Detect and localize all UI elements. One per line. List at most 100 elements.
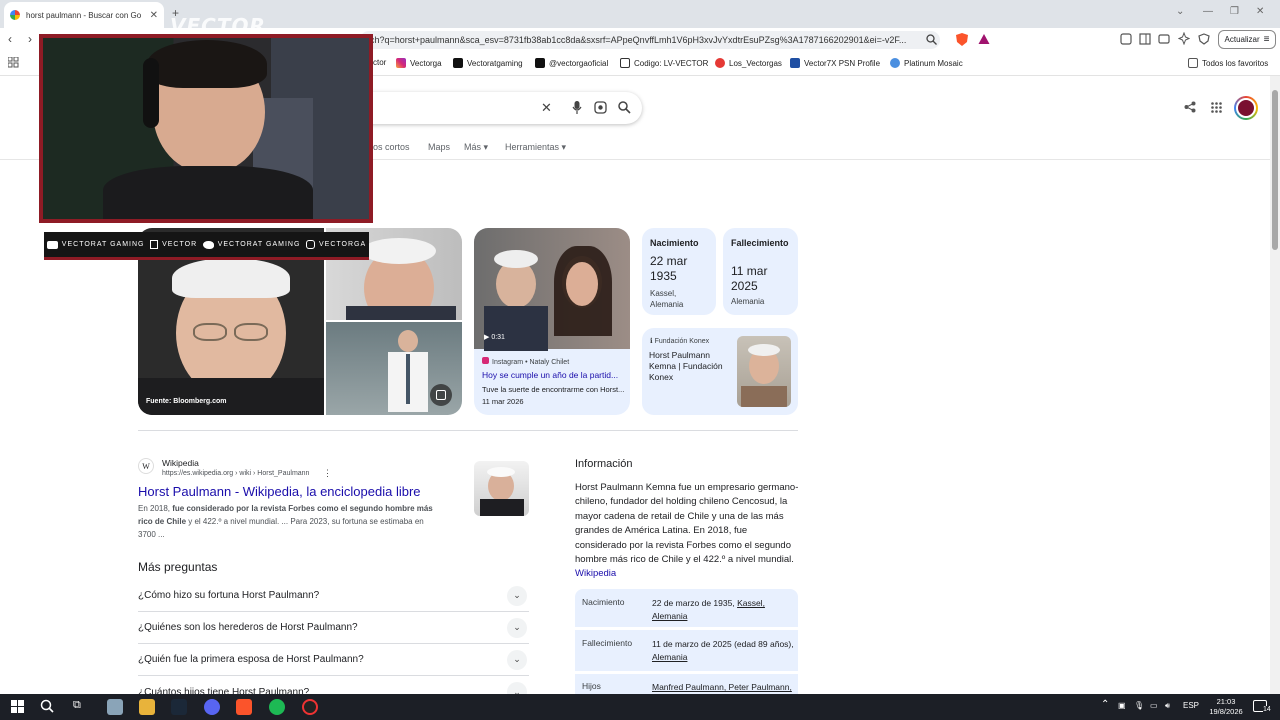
info-value: 11 de marzo de 2025 (edad 89 años), Alema… [652, 639, 794, 662]
taskbar-search-icon[interactable] [40, 699, 54, 713]
tab-more[interactable]: Más ▾ [464, 142, 488, 153]
alemania-link[interactable]: Alemania [652, 652, 687, 662]
minimize-icon[interactable]: — [1203, 6, 1213, 17]
bookmark-instagram[interactable]: Vectorga [396, 58, 442, 68]
video-source: Instagram • Nataly Chilet [482, 357, 569, 366]
platinum-icon [890, 58, 900, 68]
sidebar-icon[interactable] [1139, 33, 1151, 45]
bookmark-platinum[interactable]: Platinum Mosaic [890, 58, 963, 68]
brave-browser-icon[interactable] [236, 699, 252, 715]
birth-card[interactable]: Nacimiento 22 mar 1935 Kassel, Alemania [642, 228, 716, 315]
steam-icon[interactable] [171, 699, 187, 715]
clear-search-icon[interactable]: ✕ [541, 100, 552, 116]
result-thumbnail[interactable] [474, 461, 529, 516]
more-images-icon[interactable] [430, 384, 452, 406]
spotify-icon[interactable] [269, 699, 285, 715]
info-key: Fallecimiento [582, 638, 633, 648]
address-bar[interactable]: ch?q=horst+paulmann&sca_esv=8731fb38ab1c… [360, 31, 940, 49]
tab-tools[interactable]: Herramientas ▾ [505, 142, 566, 153]
result-url[interactable]: https://es.wikipedia.org › wiki › Horst_… [162, 470, 309, 477]
apps-grid-icon[interactable] [8, 57, 19, 68]
result-title[interactable]: Horst Paulmann - Wikipedia, la enciclope… [138, 484, 421, 499]
konex-card[interactable]: ℹ Fundación Konex Horst Paulmann Kemna |… [642, 328, 798, 415]
bookmark-x[interactable]: Vectoratgaming [453, 58, 523, 68]
question-2[interactable]: ¿Quiénes son los herederos de Horst Paul… [138, 612, 529, 644]
windows-start-icon[interactable] [11, 700, 24, 713]
x-logo-icon [453, 58, 463, 68]
bookmark-tiktok[interactable]: @vectorgaoficial [535, 58, 608, 68]
vpn-icon[interactable] [1198, 33, 1210, 45]
children-links[interactable]: Manfred Paulmann, Peter Paulmann, [652, 682, 792, 692]
tab-maps[interactable]: Maps [428, 142, 450, 152]
bookmark-codigo[interactable]: Codigo: LV-VECTOR [620, 58, 708, 68]
discord-icon[interactable] [204, 699, 220, 715]
avatar[interactable] [1234, 96, 1258, 120]
folder-icon [1188, 58, 1198, 68]
death-card[interactable]: Fallecimiento 11 mar 2025 Alemania [723, 228, 798, 315]
share-icon[interactable] [1184, 101, 1196, 113]
video-date: 11 mar 2026 [482, 397, 524, 406]
video-thumbnail: ▶ 0:31 [474, 228, 630, 351]
overlay-brand: VECTOR [170, 14, 266, 38]
birth-place-country: Alemania [650, 300, 684, 309]
question-3[interactable]: ¿Quién fue la primera esposa de Horst Pa… [138, 644, 529, 676]
tab-short-videos[interactable]: eos cortos [368, 142, 410, 152]
brave-shields-icon[interactable] [956, 33, 968, 46]
result-site[interactable]: Wikipedia [162, 458, 199, 468]
search-icon[interactable] [618, 101, 631, 114]
tab-search-icon[interactable]: ⌄ [1176, 6, 1184, 17]
extensions-icon[interactable] [1120, 33, 1132, 45]
tray-app-icon[interactable]: ▣ [1118, 701, 1126, 710]
restore-icon[interactable]: ❐ [1230, 6, 1239, 17]
chevron-down-icon[interactable]: ⌄ [507, 617, 527, 638]
youtube-icon [46, 240, 58, 249]
leo-ai-icon[interactable] [1178, 32, 1190, 45]
microphone-icon[interactable]: 🎙︎ [1134, 701, 1144, 710]
twitch-icon [150, 240, 159, 249]
close-tab-icon[interactable]: ✕ [150, 10, 158, 21]
clock[interactable]: 21:03 19/8/2026 [1206, 697, 1246, 717]
death-label: Fallecimiento [731, 238, 789, 248]
task-view-icon[interactable]: ⧉ [73, 699, 81, 712]
photo-3[interactable] [326, 322, 462, 415]
bookmark-los-vectorgas[interactable]: Los_Vectorgas [715, 58, 782, 68]
all-favorites-folder[interactable]: Todos los favoritos [1188, 58, 1268, 68]
video-card[interactable]: ▶ 0:31 Instagram • Nataly Chilet Hoy se … [474, 228, 630, 415]
kassel-link[interactable]: Kassel, [737, 598, 765, 608]
update-button[interactable]: Actualizar ≡ [1218, 30, 1276, 49]
chevron-down-icon[interactable]: ⌄ [507, 649, 527, 670]
alemania-link[interactable]: Alemania [652, 611, 687, 621]
instagram-icon [306, 240, 315, 249]
birth-date-year: 1935 [650, 269, 677, 283]
close-window-icon[interactable]: ✕ [1256, 6, 1264, 17]
lens-search-icon[interactable] [594, 101, 607, 114]
bookmark-psn[interactable]: Vector7X PSN Profile [790, 58, 880, 68]
bookmark-vector[interactable]: ctor [373, 58, 386, 67]
folder-icon[interactable] [139, 699, 155, 715]
voice-search-icon[interactable] [572, 101, 582, 115]
result-more-icon[interactable]: ⋮ [323, 468, 332, 479]
chevron-down-icon[interactable]: ⌄ [507, 585, 527, 606]
social-instagram: VECTORGA [306, 240, 366, 249]
tray-overflow-icon[interactable]: ⌃ [1101, 699, 1109, 710]
scrollbar-thumb[interactable] [1272, 90, 1278, 250]
language-indicator[interactable]: ESP [1183, 701, 1199, 710]
file-explorer-icon[interactable] [107, 699, 123, 715]
konex-source: ℹ Fundación Konex [650, 338, 710, 345]
zoom-icon[interactable] [926, 34, 937, 45]
brave-rewards-icon[interactable] [978, 33, 990, 45]
back-icon[interactable]: ‹ [8, 32, 12, 46]
question-1[interactable]: ¿Cómo hizo su fortuna Horst Paulmann? ⌄ [138, 580, 529, 612]
forward-icon[interactable]: › [28, 32, 32, 46]
wallet-icon[interactable] [1158, 33, 1170, 45]
network-icon[interactable]: ▭ [1150, 701, 1158, 710]
volume-icon[interactable]: 🔊︎ [1165, 701, 1170, 711]
info-source-link[interactable]: Wikipedia [575, 568, 616, 579]
active-tab[interactable]: horst paulmann - Buscar con Go ✕ [4, 2, 164, 28]
video-title[interactable]: Hoy se cumple un año de la partid... [482, 370, 618, 380]
google-apps-icon[interactable] [1211, 102, 1222, 113]
tag-icon [620, 58, 630, 68]
obs-icon[interactable] [302, 699, 318, 715]
info-title: Información [575, 458, 633, 470]
search-box[interactable]: ✕ [360, 92, 642, 124]
